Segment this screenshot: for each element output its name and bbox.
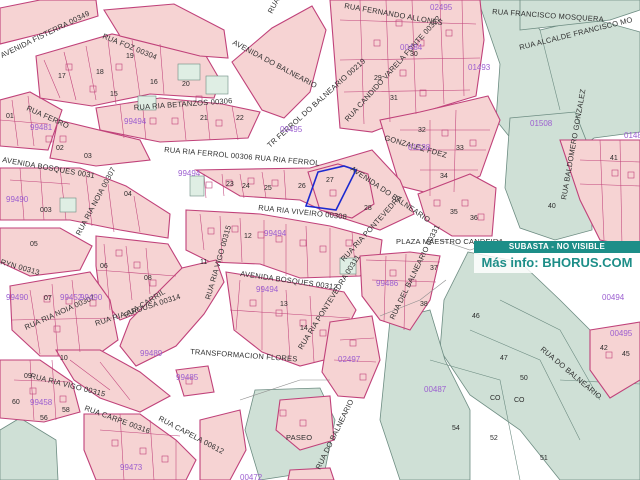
parcel-code: 00484 xyxy=(400,43,423,52)
lot-number: 13 xyxy=(280,301,288,308)
lot-number: 18 xyxy=(96,69,104,76)
parcel-code: 99494 xyxy=(124,117,147,126)
parcel-code: 00494 xyxy=(602,293,625,302)
auction-banner-info-prefix: Más info: xyxy=(481,255,543,270)
lot-number: 51 xyxy=(540,455,548,462)
lot-number: 10 xyxy=(60,355,68,362)
lot-number: 01 xyxy=(6,113,14,120)
auction-banner-info[interactable]: Más info: BHORUS.COM xyxy=(474,253,640,273)
parcel-code: 02495 xyxy=(430,3,453,12)
lot-number: 16 xyxy=(150,79,158,86)
parcel-code: 99494 xyxy=(178,169,201,178)
lot-number: 32 xyxy=(418,127,426,134)
auction-banner-info-site[interactable]: BHORUS.COM xyxy=(542,255,632,270)
parcel-code: 99452 xyxy=(60,293,83,302)
lot-number: 54 xyxy=(452,425,460,432)
lot-number: 22 xyxy=(236,115,244,122)
lot-number: 27 xyxy=(326,177,334,184)
parcel-code: 99481 xyxy=(30,123,53,132)
lot-number: CO xyxy=(490,395,501,402)
parcel-code: 99458 xyxy=(30,398,53,407)
lot-number: 47 xyxy=(500,355,508,362)
lot-number: 07 xyxy=(44,295,52,302)
lot-number: 46 xyxy=(472,313,480,320)
lot-number: 20 xyxy=(182,81,190,88)
map-canvas: 0102030405060708091011121314151617181920… xyxy=(0,0,640,480)
lot-number: CO xyxy=(514,397,525,404)
lot-number: 28 xyxy=(364,205,372,212)
lot-number: 37 xyxy=(430,265,438,272)
lot-number: 21 xyxy=(200,115,208,122)
lot-number: 17 xyxy=(58,73,66,80)
lot-number: 02 xyxy=(56,145,64,152)
lot-number: 08 xyxy=(144,275,152,282)
lot-number: 40 xyxy=(548,203,556,210)
parcel-code: 00487 xyxy=(424,385,447,394)
lot-number: 35 xyxy=(450,209,458,216)
yard xyxy=(189,175,205,197)
parcel-code: 99490 xyxy=(6,293,29,302)
parcel-code: 99490 xyxy=(6,195,29,204)
yard xyxy=(205,75,229,95)
parcel-code: 99494 xyxy=(256,285,279,294)
parcel-code: 99486 xyxy=(376,279,399,288)
auction-banner-title: SUBASTA - NO VISIBLE xyxy=(474,241,640,253)
lot-number: 12 xyxy=(244,233,252,240)
lot-number: 15 xyxy=(110,91,118,98)
lot-number: 50 xyxy=(520,375,528,382)
yard xyxy=(177,63,201,81)
lot-number: 58 xyxy=(62,407,70,414)
lot-number: 19 xyxy=(126,53,134,60)
street-label-paseo: PASEO xyxy=(286,433,312,442)
lot-number: 45 xyxy=(622,351,630,358)
parcel-code: 99473 xyxy=(120,463,143,472)
parcel-code: 99494 xyxy=(264,229,287,238)
parcel-code: 01493 xyxy=(468,63,491,72)
yard xyxy=(59,197,77,213)
lot-number: 11 xyxy=(200,259,207,266)
lot-number: 56 xyxy=(40,415,48,422)
lot-number: 34 xyxy=(440,173,448,180)
lot-number: 26 xyxy=(298,183,306,190)
parcel-code: 01508 xyxy=(530,119,553,128)
lot-number: 23 xyxy=(226,181,234,188)
lot-number: 60 xyxy=(12,399,20,406)
parcel-code: 01538 xyxy=(408,143,431,152)
parcel-code: 01480 xyxy=(624,131,640,140)
parcel-code: 99490 xyxy=(80,293,103,302)
block xyxy=(287,467,335,480)
lot-number: 25 xyxy=(264,185,272,192)
parcel-code: 99485 xyxy=(176,373,199,382)
lot-number: 36 xyxy=(470,215,478,222)
parcel-code: 02497 xyxy=(338,355,361,364)
lot-number: 04 xyxy=(124,191,132,198)
lot-number: 42 xyxy=(600,345,608,352)
lot-number: 33 xyxy=(456,145,464,152)
parcel-code: 00495 xyxy=(280,125,303,134)
lot-number: 003 xyxy=(40,207,52,214)
cadastral-map[interactable]: 01 02 03 04 05 06 07 08 09 10 11 12 13 14 15 16 17 18 19 20… xyxy=(0,0,640,480)
lot-number: 38 xyxy=(420,301,428,308)
parcel-code: 99489 xyxy=(140,349,163,358)
lot-number: 06 xyxy=(100,263,108,270)
parcel-code: 00472 xyxy=(240,473,263,480)
lot-number: 05 xyxy=(30,241,38,248)
lot-number: 52 xyxy=(490,435,498,442)
lot-number: 03 xyxy=(84,153,92,160)
lot-number: 31 xyxy=(390,95,398,102)
lot-number: 41 xyxy=(610,155,618,162)
parcel-code: 00495 xyxy=(610,329,633,338)
lot-number: 24 xyxy=(242,183,250,190)
